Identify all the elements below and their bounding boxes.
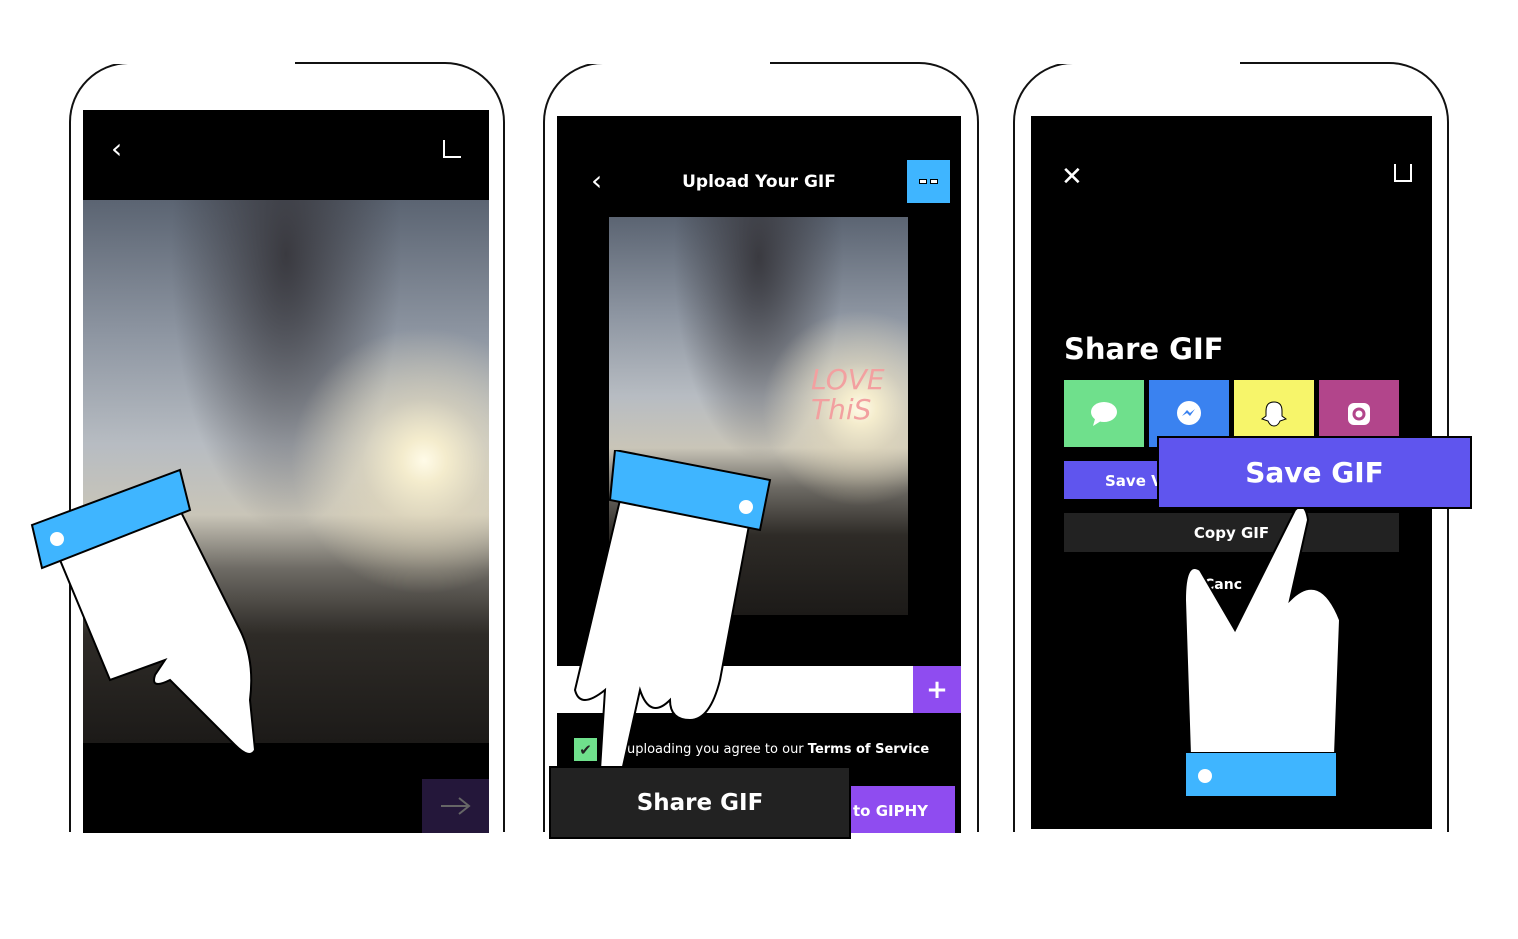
close-icon[interactable]: ✕	[1061, 162, 1083, 192]
messages-share-button[interactable]	[1064, 380, 1144, 447]
add-tag-button[interactable]: +	[913, 666, 961, 713]
upload-to-giphy-button[interactable]: to GIPHY	[847, 786, 955, 833]
snapchat-ghost-icon	[1260, 400, 1288, 427]
save-video-button[interactable]: Save V	[1064, 461, 1164, 499]
outline-gap	[575, 58, 770, 64]
outline-gap	[1045, 58, 1240, 64]
instagram-icon	[1348, 402, 1370, 425]
giphy-eyes-icon[interactable]	[907, 160, 950, 203]
outline-gap	[100, 58, 295, 64]
share-gif-callout-button[interactable]: Share GIF	[549, 766, 851, 839]
terms-link[interactable]: Terms of Service	[808, 742, 929, 757]
chat-bubble-icon	[1091, 401, 1117, 426]
save-video-label: Save V	[1105, 472, 1163, 490]
messenger-icon	[1177, 400, 1201, 425]
sticker-line: ThiS	[811, 393, 872, 426]
sticker-line: LOVE	[811, 363, 885, 396]
pointing-hand-illustration	[573, 450, 772, 785]
love-this-sticker: LOVE ThiS	[811, 365, 885, 425]
next-button[interactable]	[422, 779, 489, 833]
share-export-icon[interactable]	[1394, 164, 1412, 182]
next-arrow-icon	[440, 797, 471, 815]
wrist-cuff	[1185, 752, 1337, 797]
upload-button-label: to GIPHY	[853, 802, 928, 820]
save-gif-callout-button[interactable]: Save GIF	[1157, 436, 1472, 509]
upload-title: Upload Your GIF	[682, 172, 836, 192]
share-heading: Share GIF	[1064, 332, 1224, 366]
pointing-hand-illustration	[30, 468, 257, 755]
back-icon[interactable]: ‹	[111, 132, 122, 165]
crop-icon[interactable]	[443, 140, 461, 158]
